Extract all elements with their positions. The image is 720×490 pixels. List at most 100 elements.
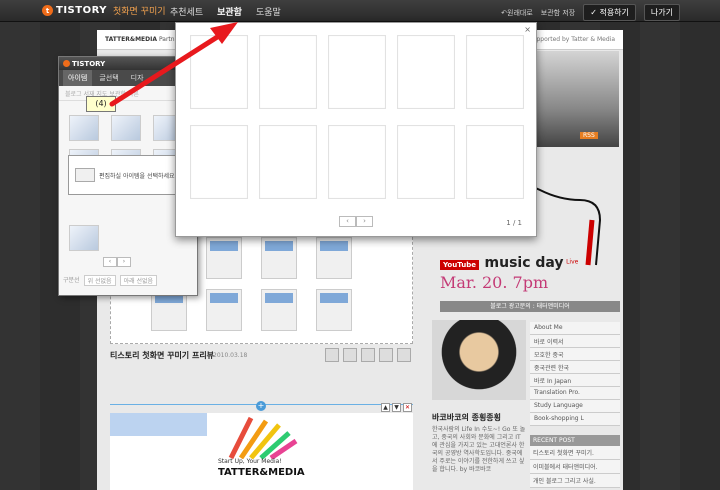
recent-posts: RECENT POST 티스토리 첫화면 꾸미기. 이미블에서 태터앤미디어. …	[530, 435, 620, 488]
storage-modal: × ‹ › 1 / 1	[175, 22, 537, 237]
music-date: Mar. 20. 7pm	[440, 273, 549, 292]
category-item[interactable]: 모호한 중국	[530, 348, 620, 361]
category-item[interactable]: Study Language	[530, 400, 620, 413]
storage-slot[interactable]	[328, 125, 386, 199]
post-thumbnail[interactable]	[316, 237, 352, 279]
post-thumbnail[interactable]	[206, 289, 242, 331]
modal-pager: ‹ ›	[339, 216, 373, 227]
layout-preview-icon	[75, 168, 95, 182]
post-icon[interactable]	[343, 348, 357, 362]
post-thumbnail[interactable]	[316, 289, 352, 331]
category-list: About Me 바로 이력서 모호한 중국 중국관련 한국 바로 In Jap…	[530, 322, 620, 426]
recent-posts-heading: RECENT POST	[530, 435, 620, 446]
toolbar-actions: ↶원래대로 보관함 저장 ✓ 적용하기 나가기	[501, 4, 680, 21]
youtube-logo: YouTube	[440, 260, 479, 270]
blog-supported: Supported by Tatter & Media	[528, 36, 615, 43]
delete-icon[interactable]: ✕	[403, 403, 412, 412]
next-page-button[interactable]: ›	[117, 257, 131, 267]
category-item[interactable]: 중국관련 한국	[530, 361, 620, 374]
tab-items[interactable]: 아이템	[63, 70, 93, 86]
tm-slogan: Start Up, Your Media!	[218, 458, 282, 465]
top-divider-select[interactable]: 위 선없음	[83, 275, 116, 286]
close-icon[interactable]: ×	[524, 25, 531, 34]
menu-storage[interactable]: 보관함	[217, 5, 242, 18]
tatter-media-card[interactable]	[211, 413, 311, 490]
logo-mark: t	[42, 5, 53, 16]
rss-link[interactable]: RSS	[580, 132, 598, 139]
storage-slot[interactable]	[259, 35, 317, 109]
move-up-icon[interactable]: ▲	[381, 403, 390, 412]
logo-text: TISTORY	[56, 5, 107, 16]
storage-slot[interactable]	[328, 35, 386, 109]
save-storage-link[interactable]: 보관함 저장	[541, 8, 575, 18]
storage-slot[interactable]	[190, 35, 248, 109]
exit-button[interactable]: 나가기	[643, 4, 680, 21]
category-item[interactable]: 바로 이력서	[530, 335, 620, 348]
panel-logo-text: TISTORY	[72, 59, 106, 68]
ad-banner[interactable]: 블로그 광고문의 : 태터앤미디어	[440, 301, 620, 312]
move-down-icon[interactable]: ▼	[392, 403, 401, 412]
modal-next-button[interactable]: ›	[356, 216, 373, 227]
section-controls: ▲ ▼ ✕	[381, 403, 412, 412]
apply-button[interactable]: ✓ 적용하기	[583, 4, 636, 21]
recent-post-item[interactable]: 이미블에서 태터앤미디어.	[530, 460, 620, 474]
add-section-icon[interactable]: +	[256, 401, 266, 411]
storage-slot[interactable]	[466, 125, 524, 199]
blog-header-brand: TATTER&MEDIA	[105, 36, 158, 43]
item-count-tooltip: (4)	[86, 96, 116, 112]
category-item[interactable]: Translation Pro.	[530, 387, 620, 400]
prev-page-button[interactable]: ‹	[103, 257, 117, 267]
item-thumbnail[interactable]	[69, 115, 99, 141]
undo-link[interactable]: ↶원래대로	[501, 8, 533, 18]
menu-recommended-sets[interactable]: 추천세트	[170, 5, 203, 18]
item-thumbnail[interactable]	[111, 115, 141, 141]
modal-page-count: 1 / 1	[506, 219, 522, 227]
item-thumbnail[interactable]	[69, 225, 99, 251]
select-item-hint: 편집하실 아이템을 선택하세요	[68, 155, 188, 195]
divider-settings: 구분선 위 선없음 아래 선없음	[63, 275, 158, 286]
post-icon[interactable]	[361, 348, 375, 362]
storage-slot[interactable]	[397, 35, 455, 109]
storage-slot[interactable]	[397, 125, 455, 199]
tab-design[interactable]: 디자	[126, 70, 149, 86]
bottom-divider-select[interactable]: 아래 선없음	[119, 275, 158, 286]
storage-slot[interactable]	[466, 35, 524, 109]
post-icon[interactable]	[397, 348, 411, 362]
storage-slot[interactable]	[190, 125, 248, 199]
category-item[interactable]: About Me	[530, 322, 620, 335]
screenshot-thumbnail[interactable]	[110, 413, 207, 490]
storage-slot[interactable]	[259, 125, 317, 199]
panel-logo-icon	[63, 60, 70, 67]
top-menu: 추천세트 보관함 도움말	[170, 5, 281, 18]
recent-post-item[interactable]: 개인 블로그 그리고 사실.	[530, 474, 620, 488]
editor-toolbar: t TISTORY 첫화면 꾸미기 추천세트 보관함 도움말 ↶원래대로 보관함…	[0, 0, 720, 22]
post-icon[interactable]	[379, 348, 393, 362]
post-thumbnail[interactable]	[261, 289, 297, 331]
music-day-ad[interactable]: YouTube music day Live Mar. 20. 7pm	[440, 255, 620, 292]
tistory-logo: t TISTORY 첫화면 꾸미기	[42, 4, 166, 17]
logo-subtitle: 첫화면 꾸미기	[112, 7, 166, 17]
post-thumbnails	[325, 348, 411, 362]
divider-label: 구분선	[63, 277, 80, 284]
recent-post-item[interactable]: 티스토리 첫화면 꾸미기.	[530, 446, 620, 460]
category-item[interactable]: 바로 In Japan	[530, 374, 620, 387]
category-item[interactable]: Book-shopping L	[530, 413, 620, 426]
tab-post-select[interactable]: 글선택	[94, 70, 123, 86]
profile-text: 한국사람의 Life In 수도~! Go 또 놀고, 중국의 사회와 문화에 …	[432, 426, 526, 473]
post-thumbnail[interactable]	[206, 237, 242, 279]
colorful-fan-graphic	[228, 416, 298, 461]
post-date: 2010.03.18	[213, 352, 248, 359]
select-item-message: 편집하실 아이템을 선택하세요	[99, 172, 175, 180]
music-title: music day	[484, 255, 564, 271]
profile-photo	[432, 320, 526, 400]
modal-prev-button[interactable]: ‹	[339, 216, 356, 227]
bottom-row	[110, 413, 413, 490]
post-icon[interactable]	[325, 348, 339, 362]
post-thumbnail[interactable]	[261, 237, 297, 279]
tm-brand: TATTER&MEDIA	[218, 467, 305, 478]
item-panel-pager: ‹ ›	[103, 257, 131, 267]
menu-help[interactable]: 도움말	[256, 5, 281, 18]
profile-name: 바코바코의 종횡종횡	[432, 413, 502, 422]
music-live: Live	[566, 258, 579, 266]
post-title[interactable]: 티스토리 첫화면 꾸미기 프리뷰	[110, 350, 214, 361]
